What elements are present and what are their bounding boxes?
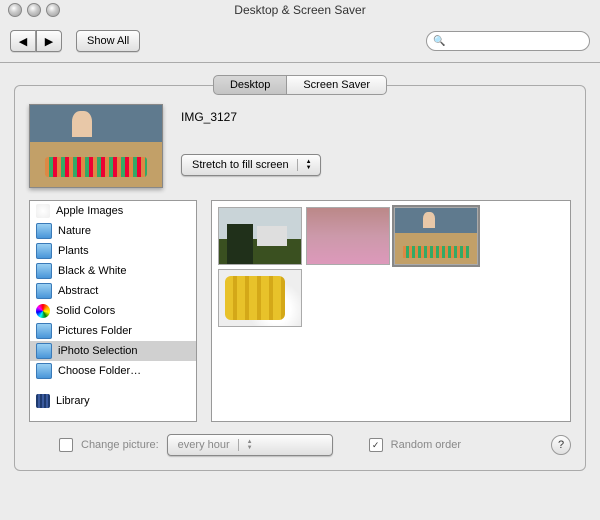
fit-mode-label: Stretch to fill screen <box>192 159 289 171</box>
panel: IMG_3127 Stretch to fill screen ▲▼ Apple… <box>14 85 586 471</box>
window-title: Desktop & Screen Saver <box>0 3 600 17</box>
folder-icon <box>36 283 52 299</box>
thumbnail[interactable] <box>218 207 302 265</box>
toolbar: ◀ ▶ Show All 🔍 <box>0 20 600 63</box>
tab-screensaver[interactable]: Screen Saver <box>287 75 387 95</box>
source-iphoto-selection[interactable]: iPhoto Selection <box>30 341 196 361</box>
apple-icon <box>36 204 50 218</box>
change-interval-popup: every hour ▲▼ <box>167 434 333 456</box>
nav-buttons: ◀ ▶ <box>10 30 62 52</box>
source-abstract[interactable]: Abstract <box>30 281 196 301</box>
change-picture-label: Change picture: <box>81 439 159 451</box>
prefs-window: Desktop & Screen Saver ◀ ▶ Show All 🔍 De… <box>0 0 600 520</box>
fit-mode-popup[interactable]: Stretch to fill screen ▲▼ <box>181 154 321 176</box>
folder-icon <box>36 223 52 239</box>
thumbnail-grid[interactable] <box>211 200 571 422</box>
thumbnail[interactable] <box>306 207 390 265</box>
random-order-label: Random order <box>391 439 461 451</box>
folder-icon <box>36 323 52 339</box>
search-field[interactable]: 🔍 <box>426 31 590 51</box>
tabs: Desktop Screen Saver <box>14 75 586 95</box>
search-input[interactable] <box>449 34 583 48</box>
source-bw[interactable]: Black & White <box>30 261 196 281</box>
source-solid-colors[interactable]: Solid Colors <box>30 301 196 321</box>
folder-icon <box>36 363 52 379</box>
source-plants[interactable]: Plants <box>30 241 196 261</box>
desktop-preview <box>29 104 163 188</box>
folder-icon <box>36 243 52 259</box>
search-icon: 🔍 <box>433 36 445 47</box>
tab-desktop[interactable]: Desktop <box>213 75 287 95</box>
source-nature[interactable]: Nature <box>30 221 196 241</box>
forward-button[interactable]: ▶ <box>36 30 62 52</box>
thumbnail[interactable] <box>394 207 478 265</box>
source-pictures-folder[interactable]: Pictures Folder <box>30 321 196 341</box>
titlebar: Desktop & Screen Saver <box>0 0 600 20</box>
change-picture-checkbox[interactable] <box>59 438 73 452</box>
show-all-button[interactable]: Show All <box>76 30 140 52</box>
popup-arrows-icon: ▲▼ <box>297 159 316 171</box>
source-list[interactable]: Apple Images Nature Plants Black & White <box>29 200 197 422</box>
back-button[interactable]: ◀ <box>10 30 36 52</box>
image-name: IMG_3127 <box>181 110 571 124</box>
thumbnail[interactable] <box>218 269 302 327</box>
content: Desktop Screen Saver IMG_3127 Stretch to… <box>0 63 600 520</box>
library-icon <box>36 394 50 408</box>
folder-icon <box>36 343 52 359</box>
source-choose-folder[interactable]: Choose Folder… <box>30 361 196 381</box>
folder-icon <box>36 263 52 279</box>
source-library[interactable]: Library <box>30 391 196 411</box>
source-apple[interactable]: Apple Images <box>30 201 196 221</box>
help-button[interactable]: ? <box>551 435 571 455</box>
random-order-checkbox[interactable] <box>369 438 383 452</box>
color-wheel-icon <box>36 304 50 318</box>
popup-arrows-icon: ▲▼ <box>238 439 257 451</box>
